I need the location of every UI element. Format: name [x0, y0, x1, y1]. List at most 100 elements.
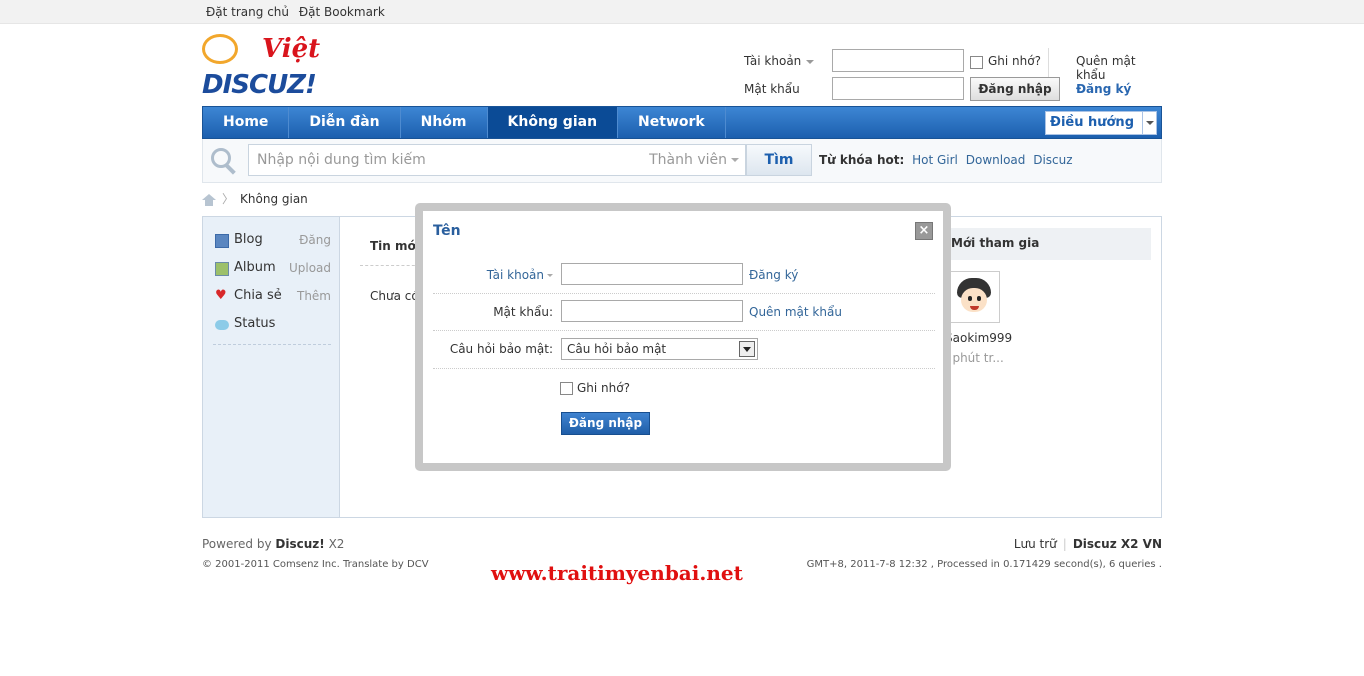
sidebar-divider — [213, 344, 331, 345]
hot-keyword-link[interactable]: Discuz — [1033, 153, 1072, 167]
divider: | — [1062, 537, 1067, 551]
sidebar-item-action[interactable]: Upload — [289, 261, 331, 275]
search-mode-select[interactable]: Thành viên — [649, 145, 739, 175]
home-icon[interactable] — [202, 193, 216, 206]
login-button[interactable]: Đăng nhập — [970, 77, 1060, 101]
account-input[interactable] — [832, 49, 964, 72]
close-icon[interactable]: × — [915, 222, 933, 240]
member-name[interactable]: Saokim999 — [945, 331, 1012, 345]
version-link[interactable]: Discuz X2 VN — [1073, 537, 1162, 551]
hot-keywords-label: Từ khóa hot: — [819, 153, 905, 167]
forgot-password-link[interactable]: Quên mật khẩu — [1076, 54, 1162, 82]
top-links: Đặt trang chủ Đặt Bookmark — [206, 5, 391, 19]
sidebar-item-status[interactable]: Status — [215, 315, 331, 335]
chevron-down-icon[interactable] — [1142, 112, 1156, 134]
set-bookmark-link[interactable]: Đặt Bookmark — [299, 5, 385, 19]
sidebar-item-share[interactable]: ♥ Chia sẻ Thêm — [215, 287, 331, 307]
powered-by: Powered by Discuz! X2 — [202, 537, 344, 551]
divider — [433, 368, 935, 369]
login-dialog: Tên × Tài khoản Đăng ký Mật khẩu: Quên m… — [415, 203, 951, 471]
logo-bubble-icon — [202, 34, 238, 64]
dialog-forgot-link[interactable]: Quên mật khẩu — [749, 305, 842, 319]
login-dialog-body: Tên × Tài khoản Đăng ký Mật khẩu: Quên m… — [423, 211, 943, 463]
dialog-question-label: Câu hỏi bảo mật: — [449, 342, 553, 356]
navigation-dropdown[interactable]: Điều hướng — [1045, 111, 1157, 135]
sidebar-item-action[interactable]: Thêm — [297, 289, 331, 303]
copyright: © 2001-2011 Comsenz Inc. Translate by DC… — [202, 559, 429, 570]
header: Việt DISCUZ! Tài khoản Ghi nhớ? Quên mật… — [202, 24, 1162, 106]
album-icon — [215, 262, 229, 276]
sidebar-item-blog[interactable]: Blog Đăng — [215, 231, 331, 251]
divider — [433, 330, 935, 331]
powered-prefix: Powered by — [202, 537, 272, 551]
header-login-form: Tài khoản Ghi nhớ? Quên mật khẩu Mật khẩ… — [722, 44, 1162, 104]
dialog-remember-label: Ghi nhớ? — [577, 381, 630, 395]
powered-brand-link[interactable]: Discuz! — [275, 537, 324, 551]
sidebar-item-label: Status — [234, 316, 276, 331]
dialog-password-label: Mật khẩu: — [493, 305, 553, 319]
hot-keyword-link[interactable]: Hot Girl — [912, 153, 958, 167]
search-input[interactable]: Nhập nội dung tìm kiếm Thành viên — [248, 144, 746, 176]
processing-info: GMT+8, 2011-7-8 12:32 , Processed in 0.1… — [806, 559, 1162, 570]
sidebar-item-album[interactable]: Album Upload — [215, 259, 331, 279]
status-icon — [215, 320, 229, 330]
blog-icon — [215, 234, 229, 248]
search-mode-label: Thành viên — [649, 152, 727, 168]
dialog-register-link[interactable]: Đăng ký — [749, 268, 798, 282]
avatar[interactable] — [948, 271, 1000, 323]
remember-checkbox[interactable] — [970, 56, 983, 69]
dialog-account-label-text: Tài khoản — [486, 268, 544, 282]
nav-item-home[interactable]: Home — [203, 107, 290, 138]
dialog-account-label[interactable]: Tài khoản — [423, 268, 553, 282]
main-nav: Home Diễn đàn Nhóm Không gian Network Đi… — [202, 106, 1162, 139]
logo-tag: Việt — [262, 34, 321, 64]
security-question-value: Câu hỏi bảo mật — [567, 342, 667, 356]
sidebar-item-label: Album — [234, 260, 276, 275]
dialog-remember-checkbox[interactable] — [560, 382, 573, 395]
search-bar: Nhập nội dung tìm kiếm Thành viên Tìm Từ… — [202, 139, 1162, 183]
sidebar: Blog Đăng Album Upload ♥ Chia sẻ Thêm St… — [203, 217, 340, 517]
divider — [360, 265, 420, 266]
hot-keywords: Từ khóa hot: Hot Girl Download Discuz — [819, 153, 1077, 167]
search-placeholder: Nhập nội dung tìm kiếm — [257, 152, 426, 168]
navigation-dropdown-label: Điều hướng — [1050, 115, 1134, 130]
chevron-down-icon[interactable] — [739, 341, 755, 357]
remember-label: Ghi nhớ? — [988, 54, 1041, 68]
sidebar-item-action[interactable]: Đăng — [299, 233, 331, 247]
register-link[interactable]: Đăng ký — [1076, 82, 1131, 96]
breadcrumb-current: Không gian — [240, 192, 308, 206]
archive-link[interactable]: Lưu trữ — [1014, 537, 1057, 551]
search-button[interactable]: Tìm — [746, 144, 812, 176]
security-question-select[interactable]: Câu hỏi bảo mật — [561, 338, 758, 360]
site-logo[interactable]: Việt DISCUZ! — [202, 34, 332, 100]
nav-item-group[interactable]: Nhóm — [401, 107, 488, 138]
account-label[interactable]: Tài khoản — [744, 54, 801, 68]
password-label: Mật khẩu — [744, 82, 800, 96]
share-icon: ♥ — [215, 288, 227, 303]
password-input[interactable] — [832, 77, 964, 100]
footer-links: Lưu trữ | Discuz X2 VN — [1014, 537, 1162, 551]
breadcrumb-separator: 〉 — [222, 192, 235, 206]
powered-version: X2 — [328, 537, 345, 551]
top-bar: Đặt trang chủ Đặt Bookmark — [0, 0, 1364, 24]
chevron-down-icon[interactable] — [806, 60, 814, 64]
nav-item-forum[interactable]: Diễn đàn — [289, 107, 401, 138]
new-members-title: Mới tham gia — [951, 236, 1040, 250]
dialog-login-button[interactable]: Đăng nhập — [561, 412, 650, 435]
dialog-password-input[interactable] — [561, 300, 743, 322]
logo-brand: DISCUZ! — [202, 70, 317, 100]
divider — [433, 293, 935, 294]
chevron-down-icon — [547, 274, 553, 277]
dialog-account-input[interactable] — [561, 263, 743, 285]
chevron-down-icon — [731, 158, 739, 162]
sidebar-item-label: Chia sẻ — [234, 288, 282, 303]
set-homepage-link[interactable]: Đặt trang chủ — [206, 5, 289, 19]
nav-item-network[interactable]: Network — [618, 107, 726, 138]
hot-keyword-link[interactable]: Download — [966, 153, 1026, 167]
dialog-title: Tên — [433, 223, 461, 239]
sidebar-item-label: Blog — [234, 232, 263, 247]
watermark: www.traitimyenbai.net — [491, 561, 743, 585]
nav-item-space[interactable]: Không gian — [487, 107, 619, 138]
new-members-header: Mới tham gia — [943, 228, 1151, 260]
search-icon — [211, 148, 241, 175]
